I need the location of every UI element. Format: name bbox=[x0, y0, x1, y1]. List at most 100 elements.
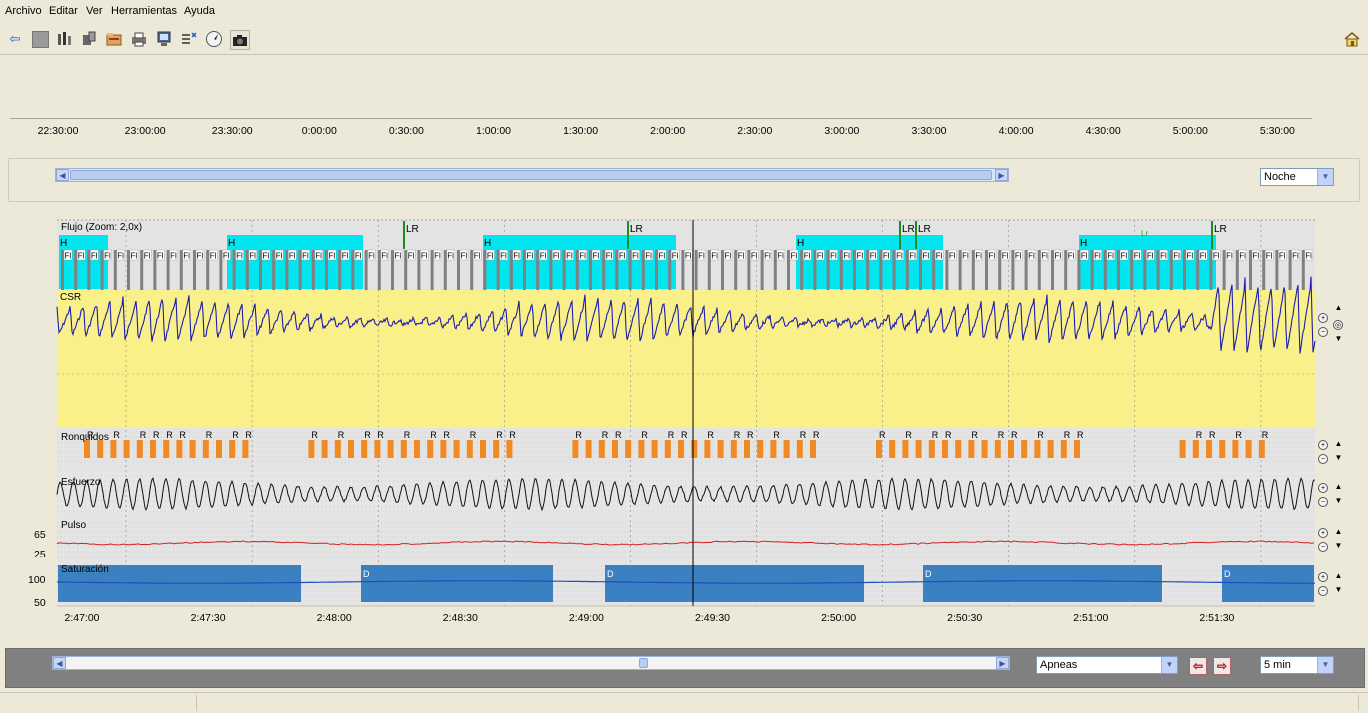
chevron-down-icon[interactable]: ▼ bbox=[1317, 169, 1333, 185]
effort-scale-up-icon[interactable]: ▲ bbox=[1333, 482, 1344, 492]
flow-settings-icon[interactable]: ◎ bbox=[1333, 320, 1343, 330]
montage-icon[interactable] bbox=[55, 30, 73, 48]
flow-limitation-label: Fl bbox=[1213, 252, 1220, 261]
detail-scrollbar[interactable]: ◀ ▶ bbox=[52, 656, 1010, 670]
flow-limitation-label: Fl bbox=[685, 252, 692, 261]
folder-icon[interactable] bbox=[105, 30, 123, 48]
snore-event-bar bbox=[321, 440, 328, 458]
status-bar bbox=[0, 692, 1368, 713]
snore-event-label: R bbox=[575, 430, 582, 440]
flow-limitation-label: Fl bbox=[1253, 252, 1260, 261]
status-cell-2 bbox=[198, 695, 1359, 711]
saturation-zoom-in-icon[interactable]: + bbox=[1318, 572, 1328, 582]
saturation-scale-down-icon[interactable]: ▼ bbox=[1333, 585, 1344, 595]
menu-ver[interactable]: Ver bbox=[86, 5, 103, 17]
pulse-scale-down-icon[interactable]: ▼ bbox=[1333, 541, 1344, 551]
flow-limitation-label: Fl bbox=[711, 252, 718, 261]
flow-limitation-label: Fl bbox=[1187, 252, 1194, 261]
tools-icon[interactable] bbox=[80, 30, 98, 48]
saturation-ytick-bottom: 50 bbox=[34, 597, 46, 609]
print-icon[interactable] bbox=[130, 30, 148, 48]
snore-event-label: R bbox=[800, 430, 807, 440]
detail-scroll-thumb[interactable] bbox=[639, 658, 648, 668]
flow-limitation-label: Fl bbox=[408, 252, 415, 261]
desaturation-event-label: D bbox=[925, 569, 932, 579]
effort-zoom-out-icon[interactable]: − bbox=[1318, 497, 1328, 507]
snore-event-bar bbox=[994, 440, 1001, 458]
saturation-scale-up-icon[interactable]: ▲ bbox=[1333, 571, 1344, 581]
home-icon[interactable] bbox=[1343, 30, 1361, 48]
back-arrow-icon[interactable]: ⇦ bbox=[6, 30, 24, 48]
effort-scale-down-icon[interactable]: ▼ bbox=[1333, 496, 1344, 506]
flow-scale-up-icon[interactable]: ▲ bbox=[1333, 303, 1344, 313]
saturation-zoom-out-icon[interactable]: − bbox=[1318, 586, 1328, 596]
flow-limitation-label: Fl bbox=[1160, 252, 1167, 261]
snore-event-bar bbox=[664, 440, 671, 458]
flow-limitation-label: Fl bbox=[619, 252, 626, 261]
snore-scale-up-icon[interactable]: ▲ bbox=[1333, 439, 1344, 449]
snore-event-bar bbox=[744, 440, 750, 458]
camera-icon[interactable] bbox=[230, 30, 250, 50]
pulse-zoom-out-icon[interactable]: − bbox=[1318, 542, 1328, 552]
flow-scale-down-icon[interactable]: ▼ bbox=[1333, 334, 1344, 344]
lr-event-marker bbox=[915, 221, 917, 249]
flow-zoom-in-icon[interactable]: + bbox=[1318, 313, 1328, 323]
channels-icon[interactable] bbox=[180, 30, 198, 48]
snore-event-bar bbox=[1034, 440, 1041, 458]
snore-event-bar bbox=[955, 440, 962, 458]
hypopnea-event-label: H bbox=[797, 238, 804, 249]
scroll-left-arrow-icon[interactable]: ◀ bbox=[56, 169, 69, 181]
snore-zoom-out-icon[interactable]: − bbox=[1318, 454, 1328, 464]
snore-scale-down-icon[interactable]: ▼ bbox=[1333, 453, 1344, 463]
effort-zoom-in-icon[interactable]: + bbox=[1318, 483, 1328, 493]
detail-scroll-right-icon[interactable]: ▶ bbox=[996, 657, 1009, 669]
pulse-scale-up-icon[interactable]: ▲ bbox=[1333, 527, 1344, 537]
snore-event-bar bbox=[493, 440, 500, 458]
flow-limitation-label: Fl bbox=[1094, 252, 1101, 261]
pulse-zoom-in-icon[interactable]: + bbox=[1318, 528, 1328, 538]
snore-zoom-in-icon[interactable]: + bbox=[1318, 440, 1328, 450]
scroll-right-arrow-icon[interactable]: ▶ bbox=[995, 169, 1008, 181]
menu-herramientas[interactable]: Herramientas bbox=[111, 5, 177, 17]
x-tick-label: 2:49:00 bbox=[568, 612, 604, 624]
x-tick-label: 2:48:30 bbox=[442, 612, 478, 624]
flow-limitation-label: Fl bbox=[1173, 252, 1180, 261]
ruler-time-label: 5:30:00 bbox=[1259, 125, 1295, 137]
detail-scroll-left-icon[interactable]: ◀ bbox=[53, 657, 66, 669]
prev-event-arrow-icon[interactable]: ⇦ bbox=[1189, 657, 1207, 675]
flow-limitation-label: Fl bbox=[487, 252, 494, 261]
next-event-arrow-icon[interactable]: ⇨ bbox=[1213, 657, 1231, 675]
overview-scrollbar[interactable]: ◀ ▶ bbox=[55, 168, 1009, 182]
compass-icon[interactable] bbox=[205, 30, 223, 48]
menu-archivo[interactable]: Archivo bbox=[5, 5, 42, 17]
snore-event-label: R bbox=[311, 430, 318, 440]
snore-event-bar bbox=[1206, 440, 1212, 458]
snore-event-bar bbox=[414, 440, 420, 458]
signal-chart[interactable]: H H H H HFl Fl Fl Fl Fl Fl Fl Fl Fl Fl Fl Fl Fl Fl Fl Fl Fl F… bbox=[0, 208, 1368, 640]
snore-event-bar bbox=[348, 440, 354, 458]
snore-event-label: R bbox=[206, 430, 213, 440]
snore-event-label: R bbox=[945, 430, 952, 440]
x-tick-label: 2:47:30 bbox=[190, 612, 226, 624]
flow-limitation-label: Fl bbox=[276, 252, 283, 261]
menu-editar[interactable]: Editar bbox=[49, 5, 78, 17]
monitor-icon[interactable] bbox=[155, 30, 173, 48]
overview-scroll-thumb[interactable] bbox=[70, 170, 992, 180]
flow-limitation-label: Fl bbox=[817, 252, 824, 261]
snore-event-bar bbox=[651, 440, 658, 458]
ruler-time-label: 4:00:00 bbox=[998, 125, 1034, 137]
snore-event-bar bbox=[202, 440, 209, 458]
view-select[interactable]: Noche ▼ bbox=[1260, 168, 1334, 186]
flow-zoom-out-icon[interactable]: − bbox=[1318, 327, 1328, 337]
flow-limitation-label: Fl bbox=[804, 252, 811, 261]
snore-event-bar bbox=[1021, 440, 1028, 458]
chevron-down-icon[interactable]: ▼ bbox=[1161, 657, 1177, 673]
time-span-select[interactable]: 5 min ▼ bbox=[1260, 656, 1334, 674]
ruler-time-label: 2:00:00 bbox=[650, 125, 686, 137]
flow-limitation-label: Fl bbox=[513, 252, 520, 261]
menu-ayuda[interactable]: Ayuda bbox=[184, 5, 215, 17]
chevron-down-icon[interactable]: ▼ bbox=[1317, 657, 1333, 673]
stop-square-icon[interactable] bbox=[31, 30, 49, 48]
ruler-time-label: 23:30:00 bbox=[211, 125, 253, 137]
event-type-select[interactable]: Apneas ▼ bbox=[1036, 656, 1178, 674]
